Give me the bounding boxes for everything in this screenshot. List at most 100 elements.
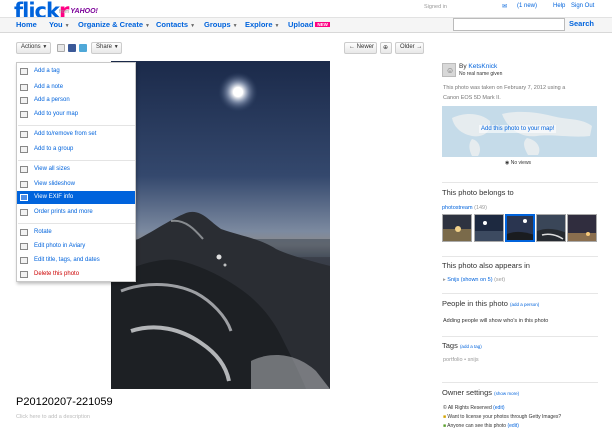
owner-settings-heading: Owner settings (show more) (442, 388, 520, 397)
add-tag-link[interactable]: (add a tag) (460, 344, 482, 349)
photostream-thumbnail[interactable] (442, 214, 472, 242)
thumbnail-image (443, 215, 471, 241)
view-count: ◉ No views (505, 160, 532, 166)
rights-line: © All Rights Reserved (edit) (443, 405, 505, 411)
main-photo[interactable] (111, 61, 330, 389)
prints-icon (20, 209, 28, 216)
set-line: ▸ Snijs (shown on 5) (set) (443, 277, 505, 283)
menu-item-order-prints[interactable]: Order prints and more (17, 206, 135, 219)
sign-out-link[interactable]: Sign Out (571, 3, 594, 9)
map-placeholder[interactable]: Add this photo to your map! (442, 106, 597, 157)
photostream-thumbnail[interactable] (474, 214, 504, 242)
photostream-thumbnail[interactable] (536, 214, 566, 242)
edit-icon (20, 257, 28, 264)
mail-icon[interactable]: ✉ (502, 3, 507, 10)
photo-title[interactable]: P20120207-221059 (16, 396, 113, 408)
search-button[interactable]: Search (569, 19, 594, 28)
search-input[interactable] (453, 18, 565, 31)
chevron-down-icon: ▼ (274, 23, 280, 29)
sizes-icon (20, 166, 28, 173)
menu-item-delete[interactable]: Delete this photo (17, 268, 135, 281)
rotate-icon (20, 229, 28, 236)
menu-item-add-person[interactable]: Add a person (17, 94, 135, 107)
visibility-line: ■ Anyone can see this photo (edit) (443, 423, 519, 429)
tag-item[interactable]: snijs (468, 357, 479, 363)
divider (442, 256, 598, 257)
help-link[interactable]: Help (553, 3, 565, 9)
thumbnail-image (475, 215, 503, 241)
by-label: By (459, 63, 467, 70)
description-placeholder[interactable]: Click here to add a description (16, 414, 90, 420)
menu-item-add-tag[interactable]: Add a tag (17, 65, 135, 78)
exif-icon (20, 194, 28, 201)
new-mail-count[interactable]: (1 new) (517, 3, 537, 9)
chevron-down-icon: ▼ (145, 23, 150, 29)
newer-button[interactable]: ← Newer (344, 42, 377, 54)
nav-groups[interactable]: Groups ▼ (204, 20, 238, 29)
group-icon (20, 146, 28, 153)
menu-item-rotate[interactable]: Rotate (17, 226, 135, 239)
divider (442, 182, 598, 183)
set-link[interactable]: Snijs (shown on 5) (447, 277, 492, 283)
photostream-thumbnail-current[interactable] (505, 214, 535, 242)
people-help-text: Adding people will show who's in this ph… (443, 318, 549, 324)
getty-icon: ■ (443, 414, 447, 420)
set-icon (20, 131, 28, 138)
facebook-share-icon[interactable] (68, 44, 76, 52)
menu-item-view-slideshow[interactable]: View slideshow (17, 178, 135, 191)
older-button[interactable]: Older → (395, 42, 424, 54)
menu-item-add-group[interactable]: Add to a group (17, 143, 135, 156)
menu-item-add-remove-set[interactable]: Add to/remove from set (17, 128, 135, 141)
add-to-map-button[interactable]: Add this photo to your map! (479, 125, 557, 133)
photo-image (111, 61, 330, 389)
divider (442, 336, 598, 337)
owner-subtitle: No real name given (459, 71, 503, 77)
photostream-thumbnail[interactable] (567, 214, 597, 242)
nav-you[interactable]: You ▼ (49, 20, 70, 29)
owner-link[interactable]: KetsKnick (468, 63, 497, 70)
divider (442, 382, 598, 383)
menu-item-view-all-sizes[interactable]: View all sizes (17, 163, 135, 176)
actions-button[interactable]: Actions ▼ (16, 42, 51, 54)
menu-divider (18, 160, 135, 161)
arrow-left-icon: ← (349, 44, 355, 50)
menu-item-add-map[interactable]: Add to your map (17, 108, 135, 121)
aviary-icon (20, 243, 28, 250)
chevron-down-icon: ▼ (64, 23, 70, 29)
tags-heading: Tags (add a tag) (442, 341, 482, 350)
menu-item-edit-aviary[interactable]: Edit photo in Aviary (17, 240, 135, 253)
rights-edit-link[interactable]: (edit) (493, 405, 504, 411)
map-icon (20, 111, 28, 118)
nav-contacts[interactable]: Contacts ▼ (156, 20, 195, 29)
actions-menu: Add a tag Add a note Add a person Add to… (16, 62, 136, 282)
menu-item-edit-title-tags-dates[interactable]: Edit title, tags, and dates (17, 254, 135, 267)
menu-item-add-note[interactable]: Add a note (17, 81, 135, 94)
set-type: (set) (494, 277, 506, 283)
email-share-icon[interactable] (57, 44, 65, 52)
photostream-link[interactable]: photostream (442, 205, 473, 211)
menu-item-view-exif[interactable]: View EXIF info (17, 191, 135, 204)
arrow-right-icon: → (416, 44, 423, 50)
yahoo-logo: from YAHOO! (59, 8, 98, 15)
tag-item[interactable]: portfolio (443, 357, 463, 363)
nav-home[interactable]: Home (16, 20, 37, 29)
share-button[interactable]: Share ▼ (91, 42, 122, 54)
chevron-down-icon: ▼ (113, 44, 119, 50)
buddy-icon: ☺ (446, 66, 455, 75)
nav-explore[interactable]: Explore ▼ (245, 20, 279, 29)
visibility-edit-link[interactable]: (edit) (507, 423, 518, 429)
nav-organize[interactable]: Organize & Create ▼ (78, 20, 150, 29)
add-person-link[interactable]: (add a person) (510, 302, 539, 307)
tag-list: portfolio • snijs (443, 357, 479, 363)
nav-upload[interactable]: Upload NEW (288, 20, 330, 29)
taken-info-line1: This photo was taken on February 7, 2012… (443, 85, 566, 91)
avatar[interactable]: ☺ (442, 63, 456, 77)
zoom-button[interactable]: ⊕ (380, 42, 392, 54)
taken-info-line2: Canon EOS 5D Mark II. (443, 95, 501, 101)
license-line: ■ Want to license your photos through Ge… (443, 414, 562, 420)
chevron-down-icon: ▼ (190, 23, 196, 29)
twitter-share-icon[interactable] (79, 44, 87, 52)
show-more-link[interactable]: (show more) (494, 391, 519, 396)
chevron-down-icon: ▼ (42, 44, 48, 50)
new-badge: NEW (315, 22, 330, 27)
